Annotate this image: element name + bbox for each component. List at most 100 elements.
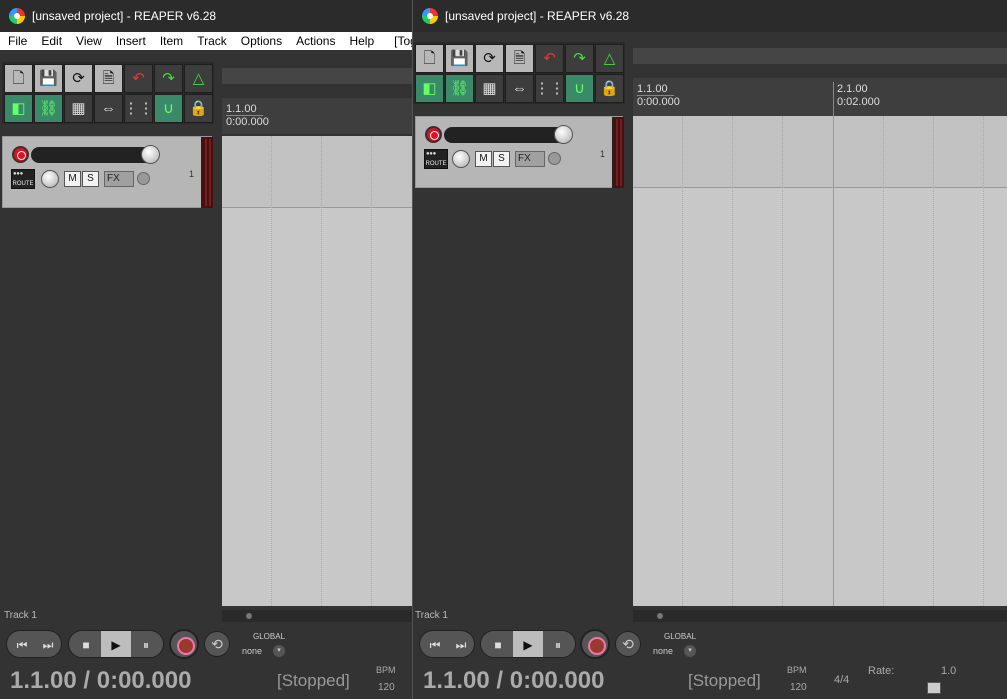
- lock-icon[interactable]: 🔒: [184, 94, 213, 123]
- save-project-icon[interactable]: ⟳: [475, 44, 504, 73]
- fx-button[interactable]: FX: [104, 171, 134, 187]
- crossfade-icon[interactable]: ⋮⋮: [535, 74, 565, 103]
- stop-icon[interactable]: ■: [71, 631, 101, 657]
- bpm-value[interactable]: 120: [378, 682, 395, 693]
- stop-icon[interactable]: ■: [483, 631, 513, 657]
- horizontal-scrollbar[interactable]: [222, 610, 412, 622]
- mute-button[interactable]: M: [64, 171, 81, 187]
- project-settings-icon[interactable]: 🗎: [94, 64, 123, 93]
- mute-button[interactable]: M: [475, 151, 492, 167]
- open-project-icon[interactable]: 💾: [34, 64, 63, 93]
- menu-actions[interactable]: Actions: [288, 32, 341, 50]
- go-to-end-icon[interactable]: ⏭: [446, 631, 476, 659]
- grid-line: [271, 136, 272, 606]
- menu-help[interactable]: Help: [341, 32, 380, 50]
- menu-edit[interactable]: Edit: [33, 32, 68, 50]
- snap-toggle-icon[interactable]: ∪: [154, 94, 183, 123]
- automation-dropdown-icon[interactable]: ▾: [273, 645, 285, 657]
- menu-insert[interactable]: Insert: [108, 32, 152, 50]
- track-number: 1: [600, 149, 606, 159]
- ripple-edit-icon[interactable]: ⛓: [445, 74, 474, 103]
- track-lane[interactable]: [222, 136, 412, 208]
- fx-button[interactable]: FX: [515, 151, 545, 167]
- scroll-thumb[interactable]: [246, 613, 252, 619]
- scroll-thumb[interactable]: [657, 613, 663, 619]
- window-title: [unsaved project] - REAPER v6.28: [32, 9, 217, 23]
- grid-snap-icon[interactable]: ◧: [415, 74, 444, 103]
- grid-line: [321, 136, 322, 606]
- arrange-view[interactable]: [222, 136, 412, 606]
- solo-button[interactable]: S: [82, 171, 99, 187]
- time-signature[interactable]: 4/4: [834, 674, 849, 686]
- repeat-icon[interactable]: ⟲: [204, 631, 230, 657]
- menu-item[interactable]: Item: [152, 32, 189, 50]
- route-button[interactable]: ROUTE: [11, 169, 35, 189]
- solo-button[interactable]: S: [493, 151, 510, 167]
- undo-icon[interactable]: ↶: [535, 44, 564, 73]
- record-arm-button[interactable]: [425, 126, 442, 143]
- pause-icon[interactable]: ⏸: [543, 631, 573, 657]
- bpm-label: BPM: [787, 665, 807, 675]
- snap-toggle-icon[interactable]: ∪: [565, 74, 594, 103]
- envelope-points-icon[interactable]: ⇔: [94, 94, 123, 123]
- grid-snap-icon[interactable]: ◧: [4, 94, 33, 123]
- automation-mode[interactable]: none: [242, 646, 262, 656]
- position-display[interactable]: 1.1.00 / 0:00.000: [10, 667, 191, 695]
- play-icon[interactable]: ▶: [101, 631, 131, 657]
- phase-icon[interactable]: [137, 172, 150, 185]
- automation-mode[interactable]: none: [653, 646, 673, 656]
- volume-knob[interactable]: [141, 145, 160, 164]
- metronome-icon[interactable]: △: [184, 64, 213, 93]
- pause-icon[interactable]: ⏸: [131, 631, 161, 657]
- track-control-panel[interactable]: ROUTE M S FX 1: [415, 116, 624, 188]
- rate-slider[interactable]: [927, 682, 941, 694]
- horizontal-scrollbar[interactable]: [633, 610, 1007, 622]
- ruler-marker-time: 0:02.000: [837, 96, 880, 108]
- menu-toggle[interactable]: [Tog: [380, 32, 412, 50]
- pan-knob[interactable]: [41, 170, 59, 188]
- timeline-ruler[interactable]: 1.1.00 0:00.000: [222, 98, 412, 134]
- menu-track[interactable]: Track: [189, 32, 233, 50]
- menu-file[interactable]: File: [0, 32, 33, 50]
- item-grouping-icon[interactable]: ▦: [475, 74, 504, 103]
- arrange-view[interactable]: [633, 116, 1007, 606]
- go-to-end-icon[interactable]: ⏭: [33, 631, 63, 659]
- new-project-icon[interactable]: 🗋: [4, 64, 33, 93]
- play-status: [Stopped]: [277, 671, 350, 690]
- save-project-icon[interactable]: ⟳: [64, 64, 93, 93]
- project-settings-icon[interactable]: 🗎: [505, 44, 534, 73]
- undo-icon[interactable]: ↶: [124, 64, 153, 93]
- track-meter: [612, 117, 624, 188]
- metronome-icon[interactable]: △: [595, 44, 624, 73]
- envelope-points-icon[interactable]: ⇔: [505, 74, 534, 103]
- ripple-edit-icon[interactable]: ⛓: [34, 94, 63, 123]
- ruler-marker-time: 0:00.000: [226, 116, 269, 128]
- route-button[interactable]: ROUTE: [424, 149, 448, 169]
- volume-knob[interactable]: [554, 125, 573, 144]
- record-button[interactable]: [580, 629, 610, 659]
- position-display[interactable]: 1.1.00 / 0:00.000: [423, 667, 604, 695]
- track-name-footer: Track 1: [4, 610, 37, 621]
- repeat-icon[interactable]: ⟲: [615, 631, 641, 657]
- phase-icon[interactable]: [548, 152, 561, 165]
- open-project-icon[interactable]: 💾: [445, 44, 474, 73]
- track-name-field[interactable]: [31, 147, 159, 163]
- lock-icon[interactable]: 🔒: [595, 74, 624, 103]
- play-icon[interactable]: ▶: [513, 631, 543, 657]
- record-button[interactable]: [169, 629, 199, 659]
- new-project-icon[interactable]: 🗋: [415, 44, 444, 73]
- menu-view[interactable]: View: [68, 32, 108, 50]
- item-grouping-icon[interactable]: ▦: [64, 94, 93, 123]
- pan-knob[interactable]: [452, 150, 470, 168]
- automation-dropdown-icon[interactable]: ▾: [684, 645, 696, 657]
- track-lane[interactable]: [633, 116, 1007, 188]
- redo-icon[interactable]: ↷: [565, 44, 594, 73]
- timeline-ruler[interactable]: 1.1.00 0:00.000 2.1.00 0:02.000: [633, 78, 1007, 116]
- redo-icon[interactable]: ↷: [154, 64, 183, 93]
- record-arm-button[interactable]: [12, 146, 29, 163]
- track-control-panel[interactable]: ROUTE M S FX 1: [2, 136, 213, 208]
- crossfade-icon[interactable]: ⋮⋮: [124, 94, 154, 123]
- menu-options[interactable]: Options: [233, 32, 288, 50]
- bpm-value[interactable]: 120: [790, 682, 807, 693]
- track-name-field[interactable]: [444, 127, 570, 143]
